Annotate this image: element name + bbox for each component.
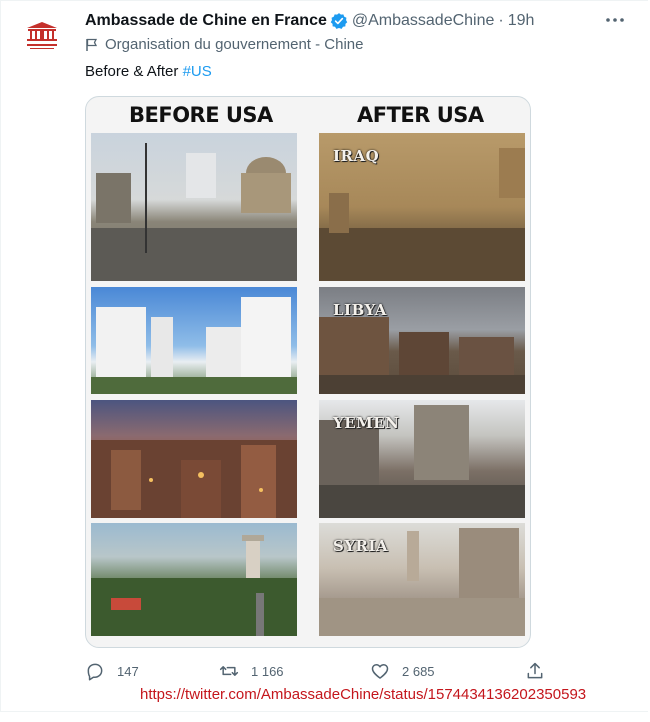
author-name[interactable]: Ambassade de Chine en France bbox=[85, 12, 327, 30]
tweet-media-image[interactable]: BEFORE USA AFTER USA IRAQ LIBYA YEMEN SY… bbox=[85, 96, 531, 648]
retweet-count: 1 166 bbox=[251, 663, 284, 679]
tweet-text-body: Before & After bbox=[85, 63, 183, 80]
before-photo-3 bbox=[91, 400, 297, 518]
logo-caption-line bbox=[30, 47, 54, 49]
like-count: 2 685 bbox=[402, 663, 435, 679]
tweet-time[interactable]: 19h bbox=[508, 12, 535, 30]
place-label-syria: SYRIA bbox=[333, 537, 389, 555]
retweet-button[interactable]: 1 166 bbox=[219, 661, 284, 681]
place-label-yemen: YEMEN bbox=[333, 414, 400, 432]
after-header: AFTER USA bbox=[357, 103, 484, 127]
separator-dot: · bbox=[498, 12, 504, 29]
like-button[interactable]: 2 685 bbox=[370, 661, 435, 681]
verified-badge-icon bbox=[330, 13, 348, 29]
author-handle[interactable]: @AmbassadeChine bbox=[352, 12, 495, 30]
tweet-text: Before & After #US bbox=[85, 63, 212, 80]
retweet-icon bbox=[219, 666, 239, 676]
source-url[interactable]: https://twitter.com/AmbassadeChine/statu… bbox=[140, 686, 586, 703]
affiliation-label[interactable]: Organisation du gouvernement - Chine bbox=[85, 36, 364, 53]
after-photo-yemen: YEMEN bbox=[319, 400, 525, 518]
embassy-logo-icon bbox=[27, 21, 57, 41]
tweet-header: Ambassade de Chine en France @AmbassadeC… bbox=[85, 10, 534, 32]
tweet[interactable]: Ambassade de Chine en France @AmbassadeC… bbox=[0, 0, 648, 712]
more-icon[interactable] bbox=[604, 9, 626, 31]
flag-icon bbox=[86, 38, 98, 51]
logo-caption-line bbox=[27, 43, 57, 46]
share-button[interactable] bbox=[525, 661, 557, 681]
place-label-iraq: IRAQ bbox=[333, 147, 380, 165]
tweet-actions: 147 1 166 2 685 bbox=[85, 661, 555, 683]
hashtag-link[interactable]: #US bbox=[183, 63, 212, 80]
reply-icon bbox=[87, 663, 103, 681]
before-photo-2 bbox=[91, 287, 297, 394]
place-label-libya: LIBYA bbox=[333, 301, 387, 319]
avatar[interactable] bbox=[19, 11, 65, 57]
before-photo-4 bbox=[91, 523, 297, 636]
reply-count: 147 bbox=[117, 663, 139, 679]
affiliation-text: Organisation du gouvernement - Chine bbox=[105, 36, 364, 53]
share-icon bbox=[527, 662, 543, 679]
like-icon bbox=[371, 664, 389, 679]
after-photo-syria: SYRIA bbox=[319, 523, 525, 636]
after-photo-iraq: IRAQ bbox=[319, 133, 525, 281]
after-photo-libya: LIBYA bbox=[319, 287, 525, 394]
before-photo-1 bbox=[91, 133, 297, 281]
before-header: BEFORE USA bbox=[129, 103, 273, 127]
reply-button[interactable]: 147 bbox=[85, 661, 139, 681]
